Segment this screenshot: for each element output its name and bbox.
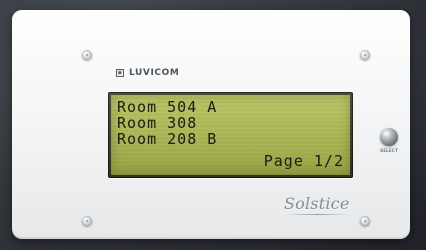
screw-icon — [360, 50, 370, 60]
screw-icon — [360, 216, 370, 226]
select-button-label: SELECT — [380, 148, 398, 153]
screw-icon — [82, 216, 92, 226]
lcd-row-3: Room 208 B — [117, 130, 218, 148]
solstice-logo: Solstice — [284, 194, 350, 215]
control-panel: ▣ LUVICOM Room 504 A Room 308 Room 208 B… — [12, 10, 410, 239]
lcd-display: Room 504 A Room 308 Room 208 B Page 1/2 — [111, 95, 350, 175]
lcd-row-1: Room 504 A — [117, 98, 218, 116]
screw-icon — [82, 50, 92, 60]
brand-logo: ▣ LUVICOM — [116, 67, 179, 79]
brand-mark-icon: ▣ — [116, 69, 124, 77]
lcd-row-2: Room 308 — [117, 114, 198, 132]
lcd-bezel: Room 504 A Room 308 Room 208 B Page 1/2 — [108, 92, 353, 178]
brand-name: LUVICOM — [129, 68, 180, 78]
select-button[interactable] — [380, 128, 398, 146]
page-indicator: Page 1/2 — [263, 152, 344, 170]
